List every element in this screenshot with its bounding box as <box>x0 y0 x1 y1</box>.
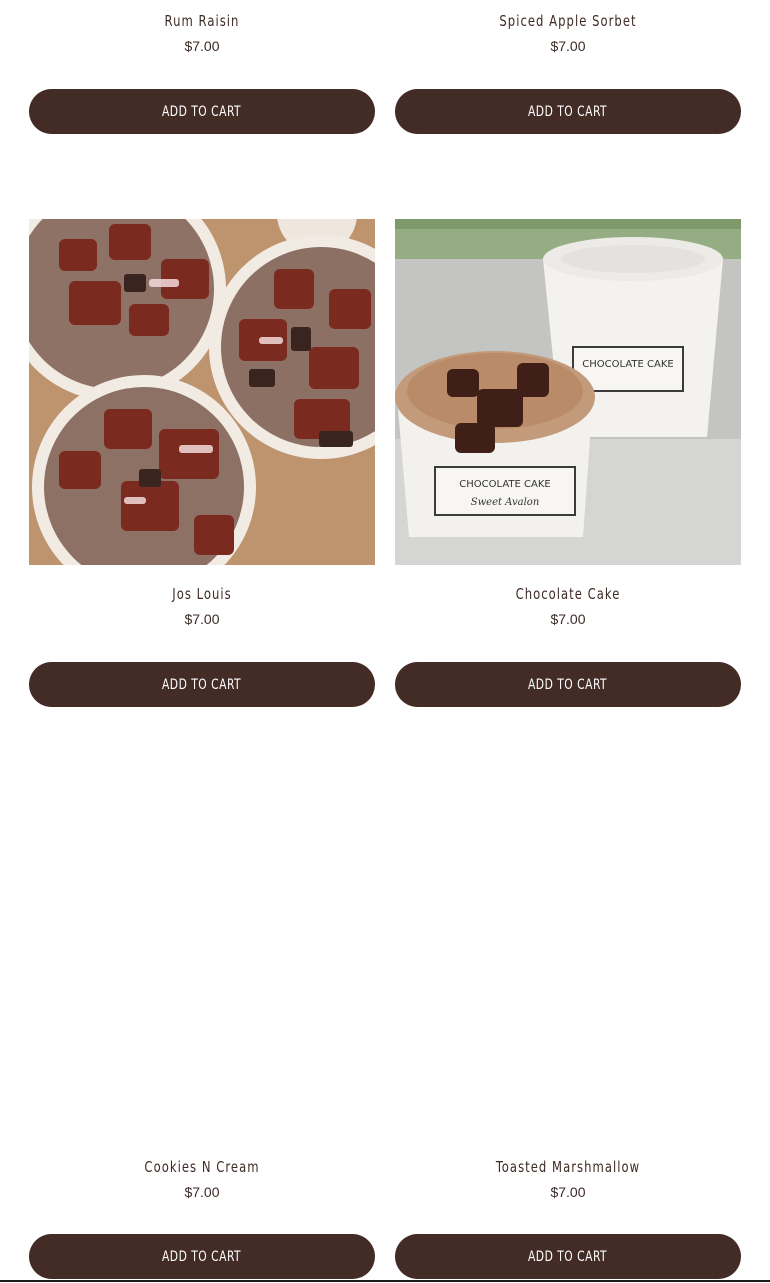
button-label: ADD TO CART <box>528 676 608 693</box>
product-image[interactable] <box>395 792 741 1138</box>
jos-louis-photo <box>29 219 375 565</box>
cup-sublabel: Sweet Avalon <box>471 497 540 508</box>
product-image[interactable] <box>29 792 375 1138</box>
product-name[interactable]: Spiced Apple Sorbet <box>419 12 717 30</box>
product-price: $7.00 <box>184 1184 220 1200</box>
product-price: $7.00 <box>550 1184 586 1200</box>
add-to-cart-button[interactable]: ADD TO CART <box>395 1234 741 1279</box>
product-price: $7.00 <box>184 38 220 54</box>
product-name[interactable]: Jos Louis <box>53 585 351 603</box>
add-to-cart-button[interactable]: ADD TO CART <box>29 1234 375 1279</box>
button-label: ADD TO CART <box>162 1248 242 1265</box>
chocolate-cake-photo: CHOCOLATE CAKE CHOCOLATE CAKE Sweet Aval… <box>395 219 741 565</box>
product-name[interactable]: Rum Raisin <box>53 12 351 30</box>
add-to-cart-button[interactable]: ADD TO CART <box>29 89 375 134</box>
page-bottom-border <box>0 1280 770 1282</box>
button-label: ADD TO CART <box>528 1248 608 1265</box>
button-label: ADD TO CART <box>162 676 242 693</box>
product-name[interactable]: Toasted Marshmallow <box>419 1158 717 1176</box>
button-label: ADD TO CART <box>162 103 242 120</box>
product-price: $7.00 <box>550 611 586 627</box>
product-price: $7.00 <box>184 611 220 627</box>
add-to-cart-button[interactable]: ADD TO CART <box>29 662 375 707</box>
product-name[interactable]: Cookies N Cream <box>53 1158 351 1176</box>
product-image[interactable] <box>29 219 375 565</box>
button-label: ADD TO CART <box>528 103 608 120</box>
pint-label: CHOCOLATE CAKE <box>582 359 673 370</box>
add-to-cart-button[interactable]: ADD TO CART <box>395 89 741 134</box>
product-name[interactable]: Chocolate Cake <box>419 585 717 603</box>
product-image[interactable]: CHOCOLATE CAKE CHOCOLATE CAKE Sweet Aval… <box>395 219 741 565</box>
add-to-cart-button[interactable]: ADD TO CART <box>395 662 741 707</box>
cup-label: CHOCOLATE CAKE <box>459 479 550 490</box>
product-price: $7.00 <box>550 38 586 54</box>
